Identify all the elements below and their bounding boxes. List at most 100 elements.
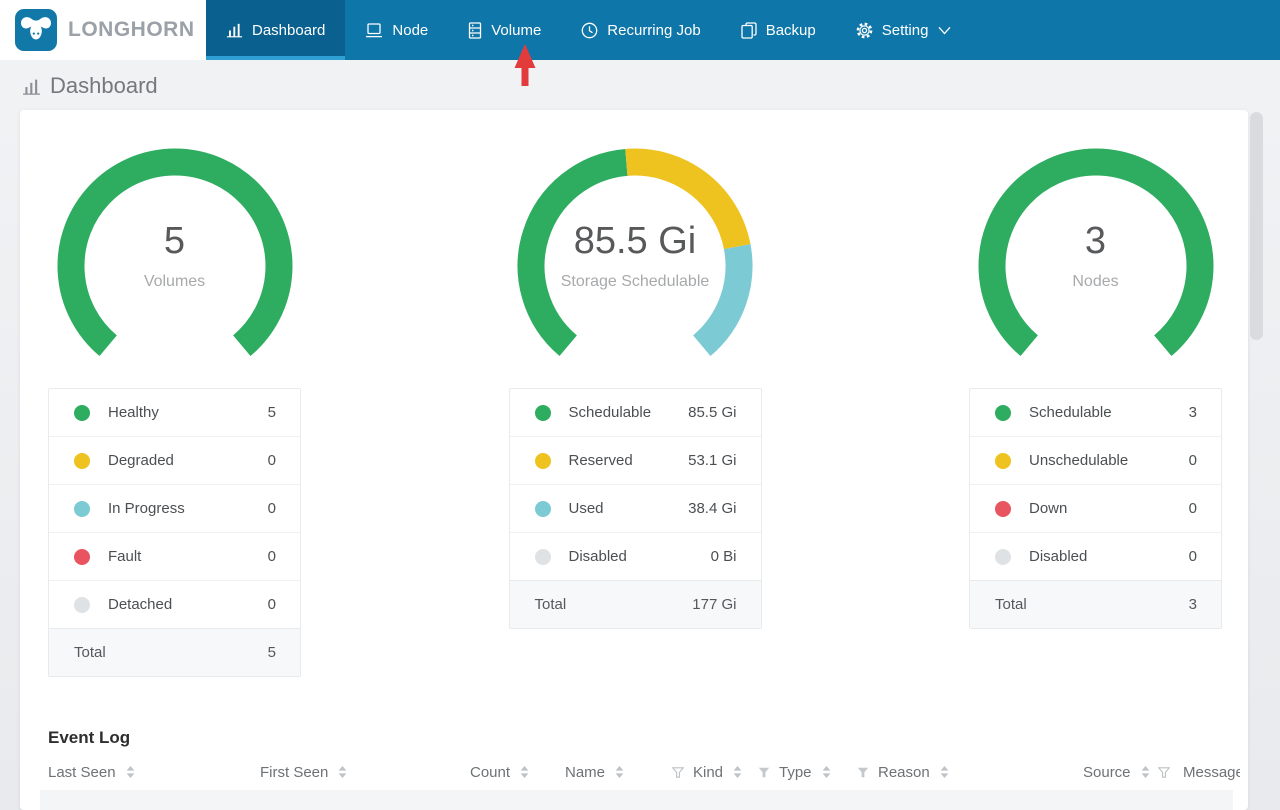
- dashboard-chart-icon: [226, 22, 243, 38]
- legend-name: Schedulable: [568, 404, 652, 421]
- app-header: LONGHORN Dashboard Node Volume Recurring Jo…: [0, 0, 1280, 60]
- status-dot: [74, 596, 90, 613]
- column-header-source[interactable]: Source: [1083, 764, 1183, 781]
- column-header-first-seen[interactable]: First Seen: [260, 764, 470, 781]
- chart-storage-schedulable: 85.5 Gi Storage Schedulable Schedulable 85.…: [508, 148, 762, 677]
- column-header-name[interactable]: Name: [565, 764, 672, 781]
- status-dot: [534, 548, 551, 565]
- total-value: 3: [1188, 596, 1197, 613]
- legend-row: Reserved 53.1 Gi: [509, 436, 761, 484]
- chevron-down-icon: [938, 26, 951, 35]
- status-dot: [995, 500, 1011, 517]
- chart-nodes: 3 Nodes Schedulable 3 Unschedulable 0 Down 0 Dis…: [969, 148, 1222, 677]
- nav-item-recurring-job[interactable]: Recurring Job: [561, 0, 720, 60]
- sorter-icon: [615, 766, 624, 778]
- column-header-kind[interactable]: Kind: [672, 764, 758, 781]
- filter-funnel-icon[interactable]: [857, 767, 869, 778]
- column-header-count[interactable]: Count: [470, 764, 565, 781]
- charts-row: 5 Volumes Healthy 5 Degraded 0 In Progress 0 Fau…: [48, 148, 1222, 677]
- backup-copy-icon: [741, 21, 757, 39]
- nav-item-label: Dashboard: [252, 21, 326, 39]
- legend-table: Schedulable 85.5 Gi Reserved 53.1 Gi Used 38.…: [508, 388, 762, 629]
- nav-item-backup[interactable]: Backup: [721, 0, 836, 60]
- legend-name: Schedulable: [1029, 404, 1112, 421]
- scrollbar-thumb[interactable]: [1250, 112, 1263, 340]
- filter-funnel-icon[interactable]: [672, 766, 684, 778]
- column-label: Source: [1083, 763, 1131, 781]
- sorter-icon: [338, 766, 347, 778]
- gauge-donut: 85.5 Gi Storage Schedulable: [517, 148, 753, 360]
- red-arrow: [514, 44, 536, 86]
- legend-value: 0: [267, 500, 276, 517]
- gauge-center: 3 Nodes: [978, 220, 1214, 291]
- longhorn-bull-icon: [15, 9, 57, 51]
- legend-value: 53.1 Gi: [688, 452, 737, 469]
- legend-table: Healthy 5 Degraded 0 In Progress 0 Fault 0 Detac…: [48, 388, 301, 677]
- nav-item-label: Setting: [881, 21, 929, 39]
- legend-row: Schedulable 3: [970, 389, 1221, 436]
- brand-logo[interactable]: LONGHORN: [0, 0, 206, 60]
- status-dot: [74, 548, 90, 565]
- event-log-section: Event Log Last Seen First Seen Count Name Ki…: [40, 728, 1240, 810]
- filter-funnel-icon[interactable]: [1157, 766, 1170, 778]
- page-scrollbar[interactable]: [1250, 60, 1264, 810]
- legend-row: In Progress 0: [49, 484, 300, 532]
- filter-funnel-icon[interactable]: [758, 767, 770, 778]
- legend-value: 0: [267, 548, 276, 565]
- total-value: 5: [267, 644, 276, 661]
- column-label: Reason: [878, 763, 930, 781]
- total-label: Total: [534, 596, 567, 613]
- legend-value: 0: [1188, 500, 1197, 517]
- legend-row: Schedulable 85.5 Gi: [510, 389, 761, 436]
- column-label: Name: [565, 763, 606, 781]
- status-dot: [995, 548, 1011, 565]
- status-dot: [534, 452, 551, 469]
- legend-total-row: Total 5: [49, 628, 300, 676]
- event-table-row: [40, 790, 1233, 810]
- node-laptop-icon: [365, 22, 383, 38]
- total-label: Total: [995, 596, 1027, 613]
- nav-item-dashboard[interactable]: Dashboard: [206, 0, 346, 60]
- sorter-icon: [733, 766, 742, 778]
- longhorn-app: LONGHORN Dashboard Node Volume Recurring Jo…: [0, 0, 1280, 810]
- legend-row: Down 0: [970, 484, 1221, 532]
- status-dot: [534, 404, 551, 421]
- gauge-center-value: 3: [1084, 220, 1107, 262]
- nav-item-volume[interactable]: Volume: [448, 0, 561, 60]
- gauge-center-value: 85.5 Gi: [573, 220, 697, 262]
- legend-value: 0: [1188, 548, 1197, 565]
- nav-item-label: Node: [392, 21, 429, 39]
- legend-row: Degraded 0: [49, 436, 300, 484]
- clock-icon: [581, 22, 598, 39]
- sorter-icon: [822, 766, 831, 778]
- legend-value: 0 Bi: [710, 548, 737, 565]
- status-dot: [74, 404, 90, 421]
- total-value: 177 Gi: [692, 596, 737, 613]
- nav-item-setting[interactable]: Setting: [836, 0, 972, 60]
- legend-name: Disabled: [568, 548, 627, 565]
- chart-volumes: 5 Volumes Healthy 5 Degraded 0 In Progress 0 Fau…: [48, 148, 301, 677]
- legend-name: Healthy: [108, 404, 159, 421]
- legend-value: 3: [1188, 404, 1197, 421]
- event-table-header: Last Seen First Seen Count Name Kind Type Reas…: [48, 758, 1240, 786]
- column-header-message[interactable]: Message: [1183, 764, 1240, 781]
- status-dot: [74, 452, 90, 469]
- legend-table: Schedulable 3 Unschedulable 0 Down 0 Disabled 0…: [969, 388, 1222, 629]
- column-header-reason[interactable]: Reason: [857, 764, 1083, 781]
- gauge-center: 85.5 Gi Storage Schedulable: [517, 220, 753, 291]
- column-label: First Seen: [260, 763, 329, 781]
- legend-name: Reserved: [568, 452, 633, 469]
- main-nav: Dashboard Node Volume Recurring Job Backup Se…: [206, 0, 1280, 60]
- gauge-center-label: Volumes: [143, 273, 206, 290]
- sorter-icon: [1141, 766, 1150, 778]
- gauge-center-label: Nodes: [1072, 273, 1119, 290]
- gauge-donut: 3 Nodes: [978, 148, 1214, 360]
- status-dot: [995, 404, 1011, 421]
- column-label: Type: [779, 763, 812, 781]
- column-header-type[interactable]: Type: [758, 764, 857, 781]
- page-title-bar: Dashboard: [0, 60, 1280, 110]
- legend-row: Disabled 0: [970, 532, 1221, 580]
- column-header-last-seen[interactable]: Last Seen: [48, 764, 260, 781]
- nav-item-node[interactable]: Node: [345, 0, 448, 60]
- legend-name: Degraded: [108, 452, 174, 469]
